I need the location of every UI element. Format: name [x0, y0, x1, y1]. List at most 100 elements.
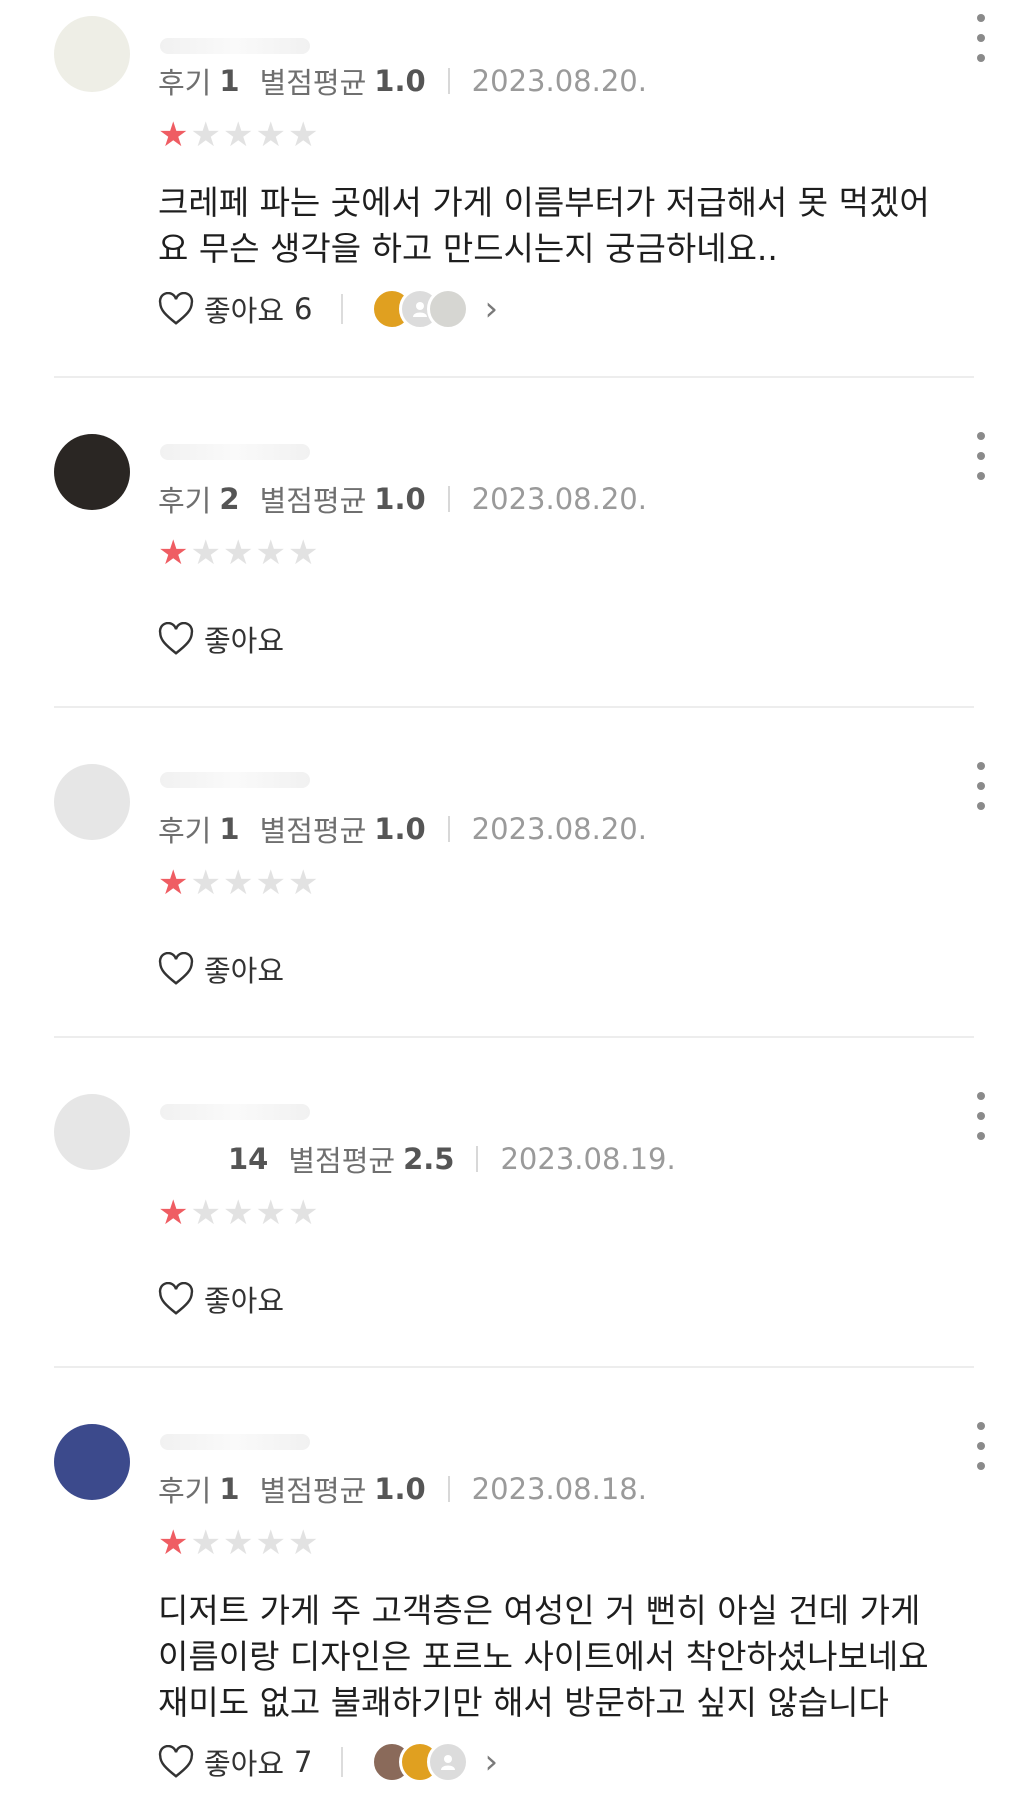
review-actions: 좋아요 [158, 617, 284, 661]
review-meta: 후기 1 별점평균 1.0 2023.08.18. [158, 1468, 647, 1510]
reviewer-name-redacted [160, 38, 310, 54]
liker-avatars[interactable] [370, 1741, 469, 1783]
more-dot [977, 1442, 985, 1450]
actions-divider [340, 1747, 343, 1777]
more-options-button[interactable] [966, 432, 996, 480]
review-actions: 좋아요 [158, 947, 284, 991]
more-dot [977, 1132, 985, 1140]
star-rating: ★ ★ ★ ★ ★ [158, 1196, 318, 1230]
more-options-button[interactable] [966, 1092, 996, 1140]
star-rating: ★ ★ ★ ★ ★ [158, 536, 318, 570]
more-dot [977, 1462, 985, 1470]
star-icon: ★ [287, 533, 319, 573]
review-actions: 좋아요 [158, 1277, 284, 1321]
more-dot [977, 782, 985, 790]
reviewer-avatar[interactable] [54, 16, 130, 92]
liker-avatar [426, 1741, 469, 1783]
like-button[interactable]: 좋아요 6 [158, 288, 313, 330]
heart-outline-icon [158, 292, 194, 325]
reviewer-avatar[interactable] [54, 434, 130, 510]
liker-avatars[interactable] [370, 288, 469, 330]
star-rating: ★ ★ ★ ★ ★ [158, 118, 318, 152]
star-icon: ★ [190, 1523, 221, 1563]
star-icon: ★ [190, 115, 221, 155]
like-button[interactable]: 좋아요 7 [158, 1741, 313, 1783]
like-count: 6 [294, 292, 313, 326]
rating-avg: 1.0 [374, 812, 426, 846]
review-date: 2023.08.20. [471, 482, 647, 516]
star-icon: ★ [158, 1193, 189, 1233]
rating-avg: 1.0 [374, 1472, 426, 1506]
review-text-line: 이름이랑 디자인은 포르노 사이트에서 착안하셨나보네요 [158, 1637, 929, 1676]
star-icon: ★ [222, 533, 254, 573]
review-date: 2023.08.18. [471, 1472, 647, 1506]
like-label: 좋아요 [204, 1747, 285, 1781]
review-count-label: 후기 [158, 1474, 212, 1508]
rating-avg-label: 별점평균 [259, 814, 367, 848]
star-icon: ★ [255, 115, 286, 155]
review-text-line: 재미도 없고 불쾌하기만 해서 방문하고 싶지 않습니다 [158, 1683, 889, 1722]
star-icon: ★ [222, 115, 254, 155]
liker-avatar [426, 288, 469, 330]
reviewer-avatar[interactable] [54, 1094, 130, 1170]
star-icon: ★ [222, 863, 254, 903]
review-text-line: 크레페 파는 곳에서 가게 이름부터가 저급해서 못 먹겠어 [158, 183, 930, 222]
heart-outline-icon [158, 622, 194, 655]
chevron-right-icon[interactable]: › [485, 1742, 499, 1782]
more-options-button[interactable] [966, 14, 996, 62]
review-count-label: 후기 [158, 484, 212, 518]
review-divider [54, 1036, 974, 1038]
more-dot [977, 54, 985, 62]
like-count: 7 [294, 1745, 313, 1779]
more-dot [977, 802, 985, 810]
meta-divider [476, 1146, 479, 1172]
review-date: 2023.08.19. [500, 1142, 676, 1176]
actions-divider [340, 294, 343, 324]
chevron-right-icon[interactable]: › [485, 289, 499, 329]
star-rating: ★ ★ ★ ★ ★ [158, 1526, 318, 1560]
rating-avg: 2.5 [403, 1142, 455, 1176]
star-icon: ★ [158, 1523, 189, 1563]
like-button[interactable]: 좋아요 [158, 1278, 284, 1320]
star-icon: ★ [287, 1523, 319, 1563]
meta-divider [447, 68, 450, 94]
rating-avg: 1.0 [374, 482, 426, 516]
review-count: 1 [219, 812, 240, 846]
review-actions: 좋아요 6 › [158, 287, 498, 331]
like-button[interactable]: 좋아요 [158, 618, 284, 660]
reviewer-avatar[interactable] [54, 1424, 130, 1500]
star-icon: ★ [158, 533, 189, 573]
review-count: 2 [219, 482, 240, 516]
star-icon: ★ [287, 1193, 319, 1233]
like-label: 좋아요 [204, 624, 285, 658]
meta-divider [447, 816, 450, 842]
star-icon: ★ [287, 115, 319, 155]
more-options-button[interactable] [966, 762, 996, 810]
review-text-line: 요 무슨 생각을 하고 만드시는지 궁금하네요.. [158, 229, 778, 268]
star-icon: ★ [158, 863, 189, 903]
review-actions: 좋아요 7 › [158, 1740, 498, 1784]
review-divider [54, 1366, 974, 1368]
person-icon [440, 1755, 455, 1770]
like-label: 좋아요 [204, 1284, 285, 1318]
review-meta: 14 별점평균 2.5 2023.08.19. [158, 1138, 676, 1180]
rating-avg: 1.0 [374, 64, 426, 98]
star-icon: ★ [255, 533, 286, 573]
reviewer-avatar[interactable] [54, 764, 130, 840]
reviewer-name-redacted [160, 444, 310, 460]
more-options-button[interactable] [966, 1422, 996, 1470]
star-rating: ★ ★ ★ ★ ★ [158, 866, 318, 900]
review-count: 1 [219, 64, 240, 98]
star-icon: ★ [190, 1193, 221, 1233]
review-meta: 후기 1 별점평균 1.0 2023.08.20. [158, 60, 647, 102]
review-date: 2023.08.20. [471, 812, 647, 846]
more-vertical-icon [977, 432, 985, 440]
more-dot [977, 34, 985, 42]
like-label: 좋아요 [204, 954, 285, 988]
like-label: 좋아요 [204, 294, 285, 328]
star-icon: ★ [222, 1193, 254, 1233]
like-button[interactable]: 좋아요 [158, 948, 284, 990]
star-icon: ★ [255, 1523, 286, 1563]
review-divider [54, 376, 974, 378]
star-icon: ★ [158, 115, 189, 155]
